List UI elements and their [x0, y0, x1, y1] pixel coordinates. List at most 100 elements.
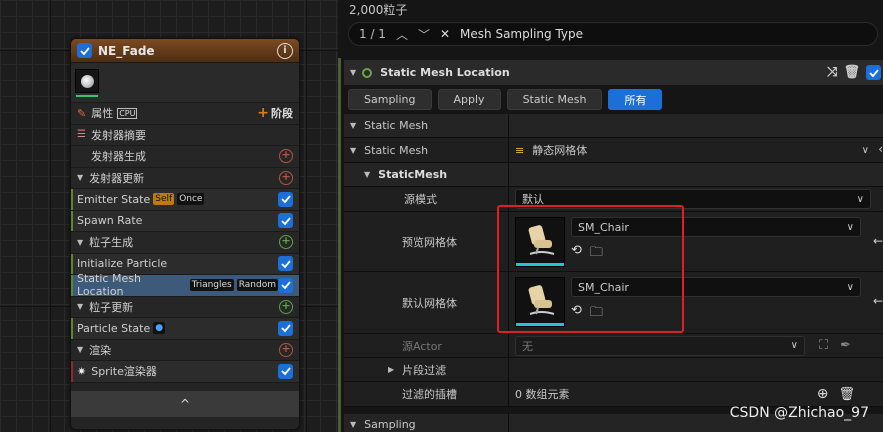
enable-checkbox[interactable] — [278, 213, 293, 229]
enable-checkbox[interactable] — [278, 191, 293, 207]
search-input[interactable]: Mesh Sampling Type — [460, 27, 583, 41]
row-properties[interactable]: ✎ 属性 CPU + 阶段 — [71, 103, 299, 125]
shuffle-icon[interactable]: ⤨ — [827, 65, 837, 80]
collapse-triangle-icon[interactable]: ▼ — [77, 345, 83, 354]
add-module-icon[interactable]: + — [279, 170, 293, 185]
collapse-triangle-icon[interactable]: ▼ — [350, 146, 356, 155]
tab-apply[interactable]: Apply — [437, 89, 501, 110]
module-sprite-renderer[interactable]: ✷ Sprite渲染器 — [71, 361, 299, 383]
emitter-thumbnail[interactable] — [75, 69, 99, 97]
property-label: 过滤的插槽 — [402, 388, 457, 401]
search-bar[interactable]: 1 / 1 ︿ ﹀ ✕ Mesh Sampling Type — [348, 22, 878, 46]
once-tag: Once — [177, 193, 205, 206]
tab-all[interactable]: 所有 — [608, 89, 663, 110]
row-staticmesh-struct[interactable]: ▼ StaticMesh — [344, 163, 883, 187]
tab-sampling[interactable]: Sampling — [348, 89, 432, 110]
property-label: 默认网格体 — [402, 296, 457, 310]
plus-icon: + — [257, 105, 269, 122]
enable-checkbox[interactable] — [77, 43, 92, 58]
property-label: 源Actor — [402, 339, 442, 353]
collapse-triangle-icon[interactable]: ▼ — [364, 170, 370, 179]
reset-arrow-icon[interactable]: ← — [873, 234, 883, 248]
watermark: CSDN @Zhichao_97 — [729, 405, 869, 421]
row-static-mesh[interactable]: ▼ Static Mesh ≡ 静态网格体 ∨ — [344, 138, 883, 163]
row-section-filter[interactable]: ▶ 片段过滤 — [344, 358, 883, 382]
chevron-down-icon: ∨ — [856, 193, 864, 205]
group-static-mesh[interactable]: ▼ Static Mesh — [344, 114, 883, 138]
highlight-box — [497, 205, 684, 333]
row-label: Static Mesh Location — [77, 272, 141, 299]
reset-arrow-icon[interactable]: ‹ — [878, 142, 883, 156]
property-label: StaticMesh — [378, 168, 448, 181]
delete-icon[interactable]: 🗑 — [843, 65, 860, 80]
row-particle-update[interactable]: ▼ 粒子更新 + — [71, 296, 299, 318]
row-source-actor: 源Actor 无 ∨ ⛶ ✒ — [344, 334, 883, 358]
graph-canvas[interactable]: NE_Fade i ✎ 属性 CPU + 阶段 ☰ 发射器摘要 发射器生成 + ▼ — [0, 0, 338, 432]
collapse-triangle-icon[interactable]: ▼ — [350, 121, 356, 130]
particle-count: 2,000粒子 — [349, 3, 408, 17]
chevron-down-icon[interactable]: ∨ — [862, 145, 869, 156]
reset-arrow-icon[interactable]: ← — [873, 294, 883, 308]
check-icon — [280, 195, 291, 204]
section-title: Static Mesh Location — [380, 66, 510, 79]
grid-line — [306, 0, 307, 432]
row-particle-spawn[interactable]: ▼ 粒子生成 + — [71, 232, 299, 254]
delete-icon[interactable]: 🗑 — [838, 387, 855, 402]
row-emitter-summary[interactable]: ☰ 发射器摘要 — [71, 124, 299, 146]
enable-checkbox[interactable] — [278, 256, 293, 272]
collapse-triangle-icon[interactable]: ▼ — [77, 302, 83, 311]
enable-checkbox[interactable] — [278, 320, 293, 336]
row-filtered-slots: 过滤的插槽 0 数组元素 ⊕ 🗑 — [344, 382, 883, 407]
pick-actor-icon[interactable]: ⛶ — [819, 338, 828, 353]
property-label: Static Mesh — [364, 143, 429, 157]
collapse-triangle-icon[interactable]: ▼ — [350, 420, 356, 429]
check-icon — [280, 367, 291, 376]
add-stage-button[interactable]: + 阶段 — [257, 105, 293, 121]
add-module-icon[interactable]: + — [279, 299, 293, 314]
module-static-mesh-location[interactable]: Static Mesh Location Triangles Random — [71, 272, 299, 299]
chevron-down-icon: ∨ — [846, 281, 854, 293]
module-emitter-state[interactable]: Emitter State Self Once — [71, 189, 299, 211]
row-label: 发射器生成 — [91, 150, 146, 164]
expand-triangle-icon[interactable]: ▶ — [388, 365, 394, 374]
enable-checkbox[interactable] — [278, 363, 293, 379]
node-header[interactable]: NE_Fade i — [71, 39, 299, 63]
dropdown-value: 无 — [522, 339, 533, 353]
check-icon — [280, 260, 291, 269]
grid-line — [50, 0, 51, 432]
eyedropper-icon[interactable]: ✒ — [840, 338, 851, 353]
row-emitter-update[interactable]: ▼ 发射器更新 + — [71, 167, 299, 189]
enable-checkbox[interactable] — [866, 65, 881, 80]
chevron-down-icon[interactable]: ﹀ — [418, 26, 430, 43]
source-actor-dropdown[interactable]: 无 ∨ — [515, 335, 805, 356]
enable-checkbox[interactable] — [278, 277, 293, 293]
module-spawn-rate[interactable]: Spawn Rate — [71, 210, 299, 232]
property-label: 预览网格体 — [402, 235, 457, 249]
module-particle-state[interactable]: Particle State ● — [71, 318, 299, 340]
add-module-icon[interactable]: + — [279, 235, 293, 250]
row-label: 发射器摘要 — [90, 128, 146, 142]
selection-indicator — [338, 58, 341, 432]
row-emitter-spawn[interactable]: 发射器生成 + — [71, 146, 299, 168]
collapse-triangle-icon[interactable]: ▼ — [77, 173, 83, 182]
close-icon[interactable]: ✕ — [440, 27, 450, 41]
section-header[interactable]: ▼ Static Mesh Location ⤨ 🗑 — [344, 60, 883, 85]
collapse-triangle-icon[interactable]: ▼ — [77, 238, 83, 247]
node-spacer — [71, 382, 299, 391]
tab-static-mesh[interactable]: Static Mesh — [506, 89, 603, 110]
chevron-up-icon[interactable]: ︿ — [396, 26, 408, 43]
chevron-down-icon: ∨ — [846, 221, 854, 233]
emitter-node[interactable]: NE_Fade i ✎ 属性 CPU + 阶段 ☰ 发射器摘要 发射器生成 + ▼ — [70, 38, 300, 430]
row-render[interactable]: ▼ 渲染 + — [71, 339, 299, 361]
add-module-icon[interactable]: + — [279, 149, 293, 164]
search-counter: 1 / 1 — [359, 27, 386, 41]
row-label: 属性 — [91, 107, 114, 121]
category-tabs: Sampling Apply Static Mesh 所有 — [348, 89, 663, 110]
add-element-icon[interactable]: ⊕ — [817, 386, 829, 402]
collapse-node-button[interactable]: ^ — [71, 390, 299, 417]
info-icon[interactable]: i — [277, 42, 293, 59]
row-label: 粒子生成 — [89, 236, 134, 250]
collapse-triangle-icon[interactable]: ▼ — [350, 68, 356, 77]
add-module-icon[interactable]: + — [279, 342, 293, 357]
check-icon — [868, 68, 879, 77]
